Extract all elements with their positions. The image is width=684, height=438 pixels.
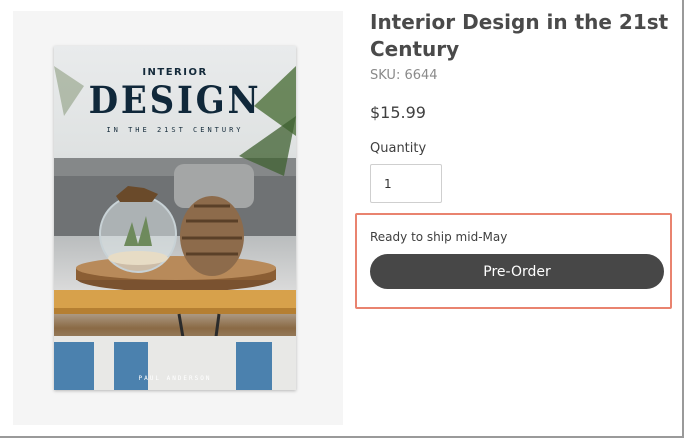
- quantity-input[interactable]: [370, 164, 442, 203]
- preorder-button[interactable]: Pre-Order: [370, 254, 664, 289]
- product-price: $15.99: [370, 103, 426, 122]
- pine-cone-shape: [180, 196, 244, 276]
- quantity-label: Quantity: [370, 141, 427, 156]
- cover-title-text: DESIGN: [88, 78, 262, 122]
- cover-subtitle-text: IN THE 21ST CENTURY: [106, 126, 244, 134]
- cover-kicker-text: INTERIOR: [142, 67, 208, 78]
- cover-author-text: PAUL ANDERSON: [138, 375, 212, 382]
- product-sku: SKU: 6644: [370, 68, 438, 83]
- product-title: Interior Design in the 21st Century: [370, 10, 669, 61]
- product-image-panel: INTERIOR DESIGN IN THE 21ST CENTURY PAUL…: [13, 11, 343, 425]
- shipping-note: Ready to ship mid-May: [370, 230, 508, 244]
- book-cover-image[interactable]: INTERIOR DESIGN IN THE 21ST CENTURY PAUL…: [54, 46, 296, 390]
